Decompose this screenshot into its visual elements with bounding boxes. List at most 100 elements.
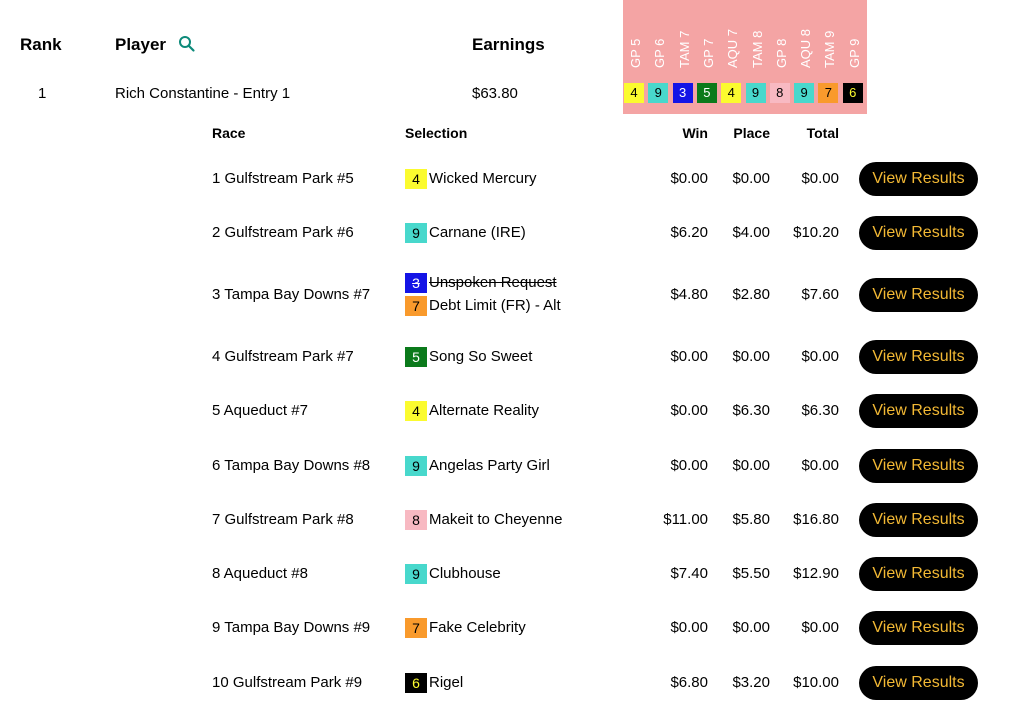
earnings-header: Earnings [472, 35, 545, 54]
total-payout: $0.00 [801, 619, 839, 636]
place-payout: $0.00 [732, 457, 770, 474]
race-name: 7 Gulfstream Park #8 [212, 511, 354, 528]
race-column-header: GP 8 [770, 0, 794, 70]
post-number-badge: 9 [405, 223, 427, 243]
view-results-button[interactable]: View Results [859, 394, 978, 428]
total-payout: $6.30 [801, 402, 839, 419]
total-payout: $16.80 [793, 511, 839, 528]
race-column-header: TAM 8 [746, 0, 770, 70]
view-results-button[interactable]: View Results [859, 666, 978, 700]
horse-name: Wicked Mercury [429, 170, 537, 187]
view-results-button[interactable]: View Results [859, 449, 978, 483]
place-payout: $3.20 [732, 674, 770, 691]
race-name: 2 Gulfstream Park #6 [212, 224, 354, 241]
total-col-header: Total [806, 125, 839, 141]
race-name: 5 Aqueduct #7 [212, 402, 308, 419]
post-number-badge: 6 [405, 673, 427, 693]
race-column-header: GP 6 [648, 0, 672, 70]
player-header: Player [115, 35, 167, 54]
race-name: 6 Tampa Bay Downs #8 [212, 457, 371, 474]
view-results-button[interactable]: View Results [859, 611, 978, 645]
post-number-badge: 9 [405, 564, 427, 584]
race-column-label: GP 5 [628, 38, 643, 68]
race-name: 3 Tampa Bay Downs #7 [212, 286, 371, 303]
race-column-header: AQU 7 [721, 0, 745, 70]
race-col-header: Race [212, 125, 246, 141]
win-payout: $0.00 [670, 619, 708, 636]
total-payout: $0.00 [801, 457, 839, 474]
entry-pick-badge: 6 [842, 83, 863, 103]
place-payout: $6.30 [732, 402, 770, 419]
search-icon[interactable] [178, 35, 196, 53]
post-number-badge: 4 [405, 401, 427, 421]
horse-name: Debt Limit (FR) - Alt [429, 297, 561, 314]
view-results-button[interactable]: View Results [859, 278, 978, 312]
race-name: 4 Gulfstream Park #7 [212, 348, 354, 365]
place-payout: $0.00 [732, 619, 770, 636]
win-payout: $6.20 [670, 224, 708, 241]
total-payout: $0.00 [801, 170, 839, 187]
entry-pick-badge: 7 [818, 83, 839, 103]
view-results-button[interactable]: View Results [859, 216, 978, 250]
race-column-header: GP 9 [843, 0, 867, 70]
view-results-button[interactable]: View Results [859, 340, 978, 374]
post-number-badge: 7 [405, 618, 427, 638]
win-payout: $0.00 [670, 457, 708, 474]
entry-pick-badge: 9 [648, 83, 669, 103]
place-payout: $0.00 [732, 170, 770, 187]
total-payout: $7.60 [801, 286, 839, 303]
win-payout: $0.00 [670, 348, 708, 365]
race-column-label: GP 6 [652, 38, 668, 68]
horse-name: Angelas Party Girl [429, 457, 550, 474]
race-column-label: TAM 9 [822, 30, 838, 68]
race-column-header: GP 7 [697, 0, 721, 70]
view-results-button[interactable]: View Results [859, 503, 978, 537]
race-column-label: GP 7 [700, 38, 716, 68]
entry-pick-badge: 4 [721, 83, 742, 103]
post-number-badge: 9 [405, 456, 427, 476]
horse-name: Fake Celebrity [429, 619, 526, 636]
place-payout: $5.80 [732, 511, 770, 528]
horse-name: Unspoken Request [429, 274, 557, 291]
race-name: 1 Gulfstream Park #5 [212, 170, 354, 187]
total-payout: $12.90 [793, 565, 839, 582]
entry-pick-badge: 9 [794, 83, 815, 103]
race-column-header: AQU 8 [794, 0, 818, 70]
entry-pick-badge: 4 [624, 83, 644, 103]
place-payout: $5.50 [732, 565, 770, 582]
entry-earnings: $63.80 [472, 85, 518, 102]
win-payout: $0.00 [670, 170, 708, 187]
post-number-badge: 4 [405, 169, 427, 189]
place-col-header: Place [733, 125, 770, 141]
place-payout: $0.00 [732, 348, 770, 365]
horse-name: Alternate Reality [429, 402, 540, 419]
entry-player-name[interactable]: Rich Constantine - Entry 1 [115, 85, 290, 102]
total-payout: $0.00 [801, 348, 839, 365]
win-payout: $6.80 [670, 674, 708, 691]
horse-name: Clubhouse [429, 565, 501, 582]
horse-name: Carnane (IRE) [429, 224, 526, 241]
race-column-label: GP 9 [846, 38, 862, 68]
race-name: 8 Aqueduct #8 [212, 565, 308, 582]
total-payout: $10.00 [793, 674, 839, 691]
win-payout: $4.80 [670, 286, 708, 303]
race-column-header: GP 5 [624, 0, 648, 70]
win-payout: $11.00 [663, 511, 708, 528]
win-payout: $7.40 [670, 565, 708, 582]
race-column-label: AQU 7 [725, 28, 741, 68]
win-payout: $0.00 [670, 402, 708, 419]
view-results-button[interactable]: View Results [859, 557, 978, 591]
total-payout: $10.20 [793, 224, 839, 241]
race-column-label: AQU 8 [798, 28, 814, 68]
entry-pick-badge: 8 [769, 83, 790, 103]
race-name: 9 Tampa Bay Downs #9 [212, 619, 371, 636]
race-name: 10 Gulfstream Park #9 [212, 674, 363, 691]
entry-rank: 1 [38, 85, 47, 102]
horse-name: Rigel [429, 674, 464, 691]
place-payout: $4.00 [732, 224, 770, 241]
view-results-button[interactable]: View Results [859, 162, 978, 196]
place-payout: $2.80 [732, 286, 770, 303]
post-number-badge: 3 [405, 273, 427, 293]
rank-header: Rank [20, 35, 62, 54]
race-column-label: TAM 7 [676, 30, 692, 68]
